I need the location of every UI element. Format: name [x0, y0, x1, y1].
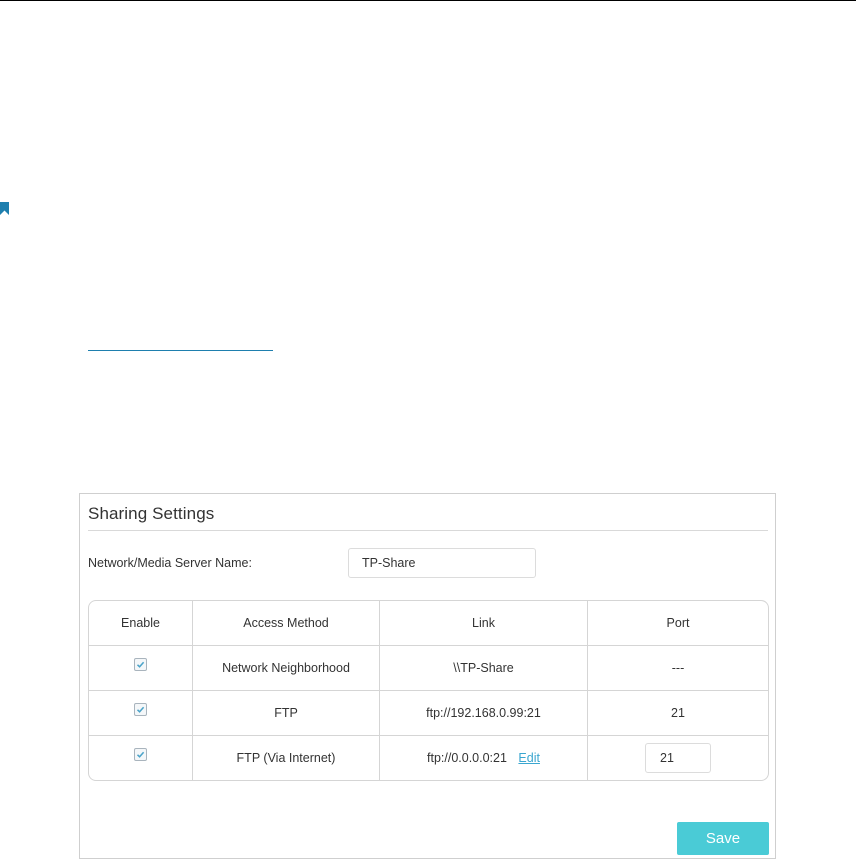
- table-row: FTP (Via Internet) ftp://0.0.0.0:21 Edit: [89, 734, 768, 780]
- header-link: Link: [379, 601, 588, 646]
- checkbox-checked-icon[interactable]: [134, 657, 147, 671]
- access-method-cell: FTP: [192, 689, 380, 736]
- access-method-cell: Network Neighborhood: [192, 644, 380, 691]
- checkbox-checked-icon[interactable]: [134, 747, 147, 761]
- panel-title: Sharing Settings: [88, 504, 215, 523]
- top-divider: [0, 0, 856, 1]
- link-text: ftp://0.0.0.0:21: [427, 750, 507, 765]
- sharing-settings-panel: Sharing Settings Network/Media Server Na…: [79, 493, 776, 859]
- server-name-label: Network/Media Server Name:: [88, 556, 252, 570]
- access-methods-table: Enable Access Method Link Port Network N…: [88, 600, 769, 781]
- edit-link[interactable]: Edit: [518, 751, 540, 765]
- enable-cell: [89, 644, 193, 691]
- enable-cell: [89, 734, 193, 780]
- header-port: Port: [587, 601, 768, 646]
- server-name-input[interactable]: [348, 548, 536, 578]
- checkbox-checked-icon[interactable]: [134, 702, 147, 716]
- access-method-cell: FTP (Via Internet): [192, 734, 380, 780]
- table-header-row: Enable Access Method Link Port: [89, 601, 768, 646]
- header-access-method: Access Method: [192, 601, 380, 646]
- link-underline: [88, 350, 273, 351]
- bookmark-icon: [0, 202, 9, 215]
- panel-divider: [88, 530, 768, 531]
- link-cell: \\TP-Share: [379, 644, 588, 691]
- port-cell: ---: [587, 644, 768, 691]
- link-cell: ftp://0.0.0.0:21 Edit: [379, 734, 588, 780]
- table-row: Network Neighborhood \\TP-Share ---: [89, 644, 768, 691]
- enable-cell: [89, 689, 193, 736]
- ftp-internet-port-input[interactable]: [645, 742, 711, 773]
- port-cell: 21: [587, 689, 768, 736]
- port-cell: [587, 734, 768, 780]
- header-enable: Enable: [89, 601, 193, 646]
- save-button[interactable]: Save: [677, 822, 769, 855]
- table-row: FTP ftp://192.168.0.99:21 21: [89, 689, 768, 736]
- link-cell: ftp://192.168.0.99:21: [379, 689, 588, 736]
